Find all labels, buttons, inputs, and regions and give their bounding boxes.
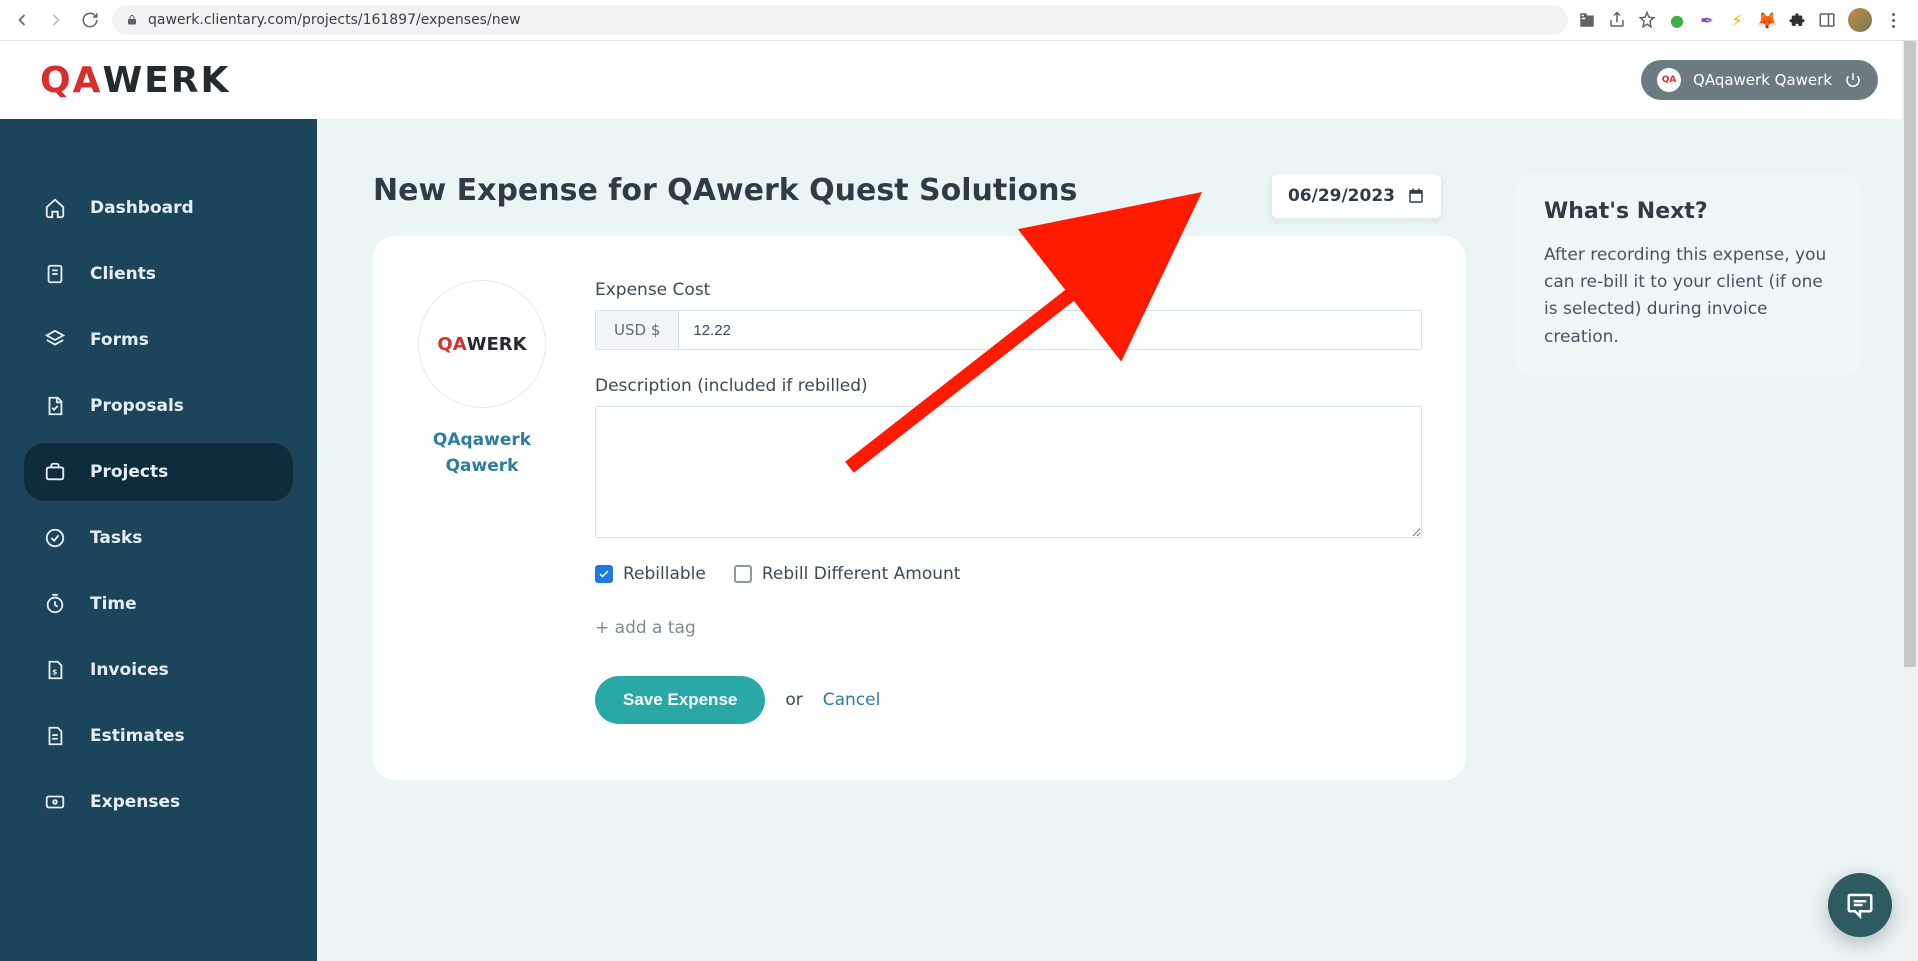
sidebar-item-label: Tasks	[90, 528, 142, 548]
forward-button[interactable]	[44, 8, 68, 32]
sidebar-item-projects[interactable]: Projects	[24, 443, 293, 501]
profile-avatar[interactable]	[1848, 8, 1872, 32]
user-menu[interactable]: QA QAqawerk Qawerk	[1641, 60, 1878, 100]
sidebar-item-forms[interactable]: Forms	[24, 311, 293, 369]
profile-logo-werk: WERK	[467, 334, 527, 355]
logo-qa: QA	[40, 60, 102, 101]
ext-fox-icon[interactable]: 🦊	[1758, 11, 1776, 29]
rebill-different-checkbox[interactable]: Rebill Different Amount	[734, 564, 961, 584]
panel-icon[interactable]	[1818, 11, 1836, 29]
ext-bolt-icon[interactable]: ⚡	[1728, 11, 1746, 29]
whats-next-title: What's Next?	[1544, 199, 1832, 224]
description-label: Description (included if rebilled)	[595, 376, 1422, 396]
ext-camera-icon[interactable]: ●	[1668, 11, 1686, 29]
sidebar: Dashboard Clients Forms Proposals Projects Ta…	[0, 119, 317, 961]
cancel-link[interactable]: Cancel	[823, 690, 881, 710]
proposals-icon	[44, 395, 66, 417]
date-input[interactable]: 06/29/2023	[1271, 173, 1442, 219]
expenses-icon	[44, 791, 66, 813]
sidebar-item-label: Forms	[90, 330, 149, 350]
browser-menu-button[interactable]	[1884, 11, 1902, 29]
estimates-icon	[44, 725, 66, 747]
description-textarea[interactable]	[595, 406, 1422, 538]
extensions-icon[interactable]	[1788, 11, 1806, 29]
chat-icon	[1845, 890, 1875, 920]
rebillable-checkbox[interactable]: Rebillable	[595, 564, 706, 584]
or-text: or	[785, 690, 802, 710]
expense-cost-input-group: USD $	[595, 310, 1422, 350]
sidebar-item-proposals[interactable]: Proposals	[24, 377, 293, 435]
address-bar[interactable]: qawerk.clientary.com/projects/161897/exp…	[112, 5, 1568, 35]
browser-chrome: qawerk.clientary.com/projects/161897/exp…	[0, 0, 1918, 41]
rebill-different-label: Rebill Different Amount	[762, 564, 961, 584]
sidebar-item-tasks[interactable]: Tasks	[24, 509, 293, 567]
user-name-label: QAqawerk Qawerk	[1693, 71, 1832, 89]
browser-extensions: ● ✒ ⚡ 🦊	[1578, 8, 1908, 32]
save-expense-button[interactable]: Save Expense	[595, 676, 765, 724]
expense-amount-input[interactable]	[679, 311, 1421, 349]
expense-cost-label: Expense Cost	[595, 280, 1422, 300]
lock-icon	[126, 14, 138, 26]
sidebar-item-label: Proposals	[90, 396, 184, 416]
sidebar-item-label: Estimates	[90, 726, 185, 746]
star-icon[interactable]	[1638, 11, 1656, 29]
checkbox-unchecked-icon	[734, 565, 752, 583]
sidebar-item-clients[interactable]: Clients	[24, 245, 293, 303]
sidebar-item-label: Projects	[90, 462, 168, 482]
sidebar-item-label: Time	[90, 594, 137, 614]
sidebar-item-label: Expenses	[90, 792, 180, 812]
svg-text:$: $	[52, 668, 57, 677]
sidebar-item-expenses[interactable]: Expenses	[24, 773, 293, 831]
rebillable-label: Rebillable	[623, 564, 706, 584]
clients-icon	[44, 263, 66, 285]
translate-icon[interactable]	[1578, 11, 1596, 29]
currency-prefix: USD $	[596, 311, 679, 349]
share-icon[interactable]	[1608, 11, 1626, 29]
expense-form-card: QAWERK QAqawerk Qawerk Expense Cost USD …	[373, 236, 1466, 780]
app-header: QAWERK QA QAqawerk Qawerk	[0, 41, 1918, 119]
add-tag-button[interactable]: + add a tag	[595, 618, 1422, 638]
home-icon	[44, 197, 66, 219]
page-scrollbar[interactable]	[1902, 41, 1918, 961]
forms-icon	[44, 329, 66, 351]
whats-next-card: What's Next? After recording this expens…	[1514, 173, 1862, 377]
reload-button[interactable]	[78, 8, 102, 32]
whats-next-text: After recording this expense, you can re…	[1544, 242, 1832, 351]
checkbox-checked-icon	[595, 565, 613, 583]
sidebar-item-label: Clients	[90, 264, 156, 284]
sidebar-item-time[interactable]: Time	[24, 575, 293, 633]
sidebar-item-estimates[interactable]: Estimates	[24, 707, 293, 765]
calendar-icon	[1407, 187, 1425, 205]
profile-name-link[interactable]: QAqawerk Qawerk	[417, 428, 547, 479]
main-content: New Expense for QAwerk Quest Solutions 0…	[317, 119, 1918, 961]
profile-avatar-circle: QAWERK	[418, 280, 546, 408]
user-avatar-icon: QA	[1657, 68, 1681, 92]
info-sidebar: What's Next? After recording this expens…	[1514, 173, 1862, 377]
profile-logo-qa: QA	[437, 334, 466, 355]
sidebar-item-label: Invoices	[90, 660, 169, 680]
sidebar-item-invoices[interactable]: $ Invoices	[24, 641, 293, 699]
ext-feather-icon[interactable]: ✒	[1698, 11, 1716, 29]
projects-icon	[44, 461, 66, 483]
logo-werk: WERK	[102, 60, 230, 101]
sidebar-item-dashboard[interactable]: Dashboard	[24, 179, 293, 237]
sidebar-item-label: Dashboard	[90, 198, 194, 218]
time-icon	[44, 593, 66, 615]
url-text: qawerk.clientary.com/projects/161897/exp…	[148, 12, 521, 28]
power-icon[interactable]	[1844, 71, 1862, 89]
back-button[interactable]	[10, 8, 34, 32]
invoices-icon: $	[44, 659, 66, 681]
app-logo[interactable]: QAWERK	[40, 60, 230, 101]
chat-fab[interactable]	[1828, 873, 1892, 937]
tasks-icon	[44, 527, 66, 549]
date-value: 06/29/2023	[1288, 186, 1395, 206]
